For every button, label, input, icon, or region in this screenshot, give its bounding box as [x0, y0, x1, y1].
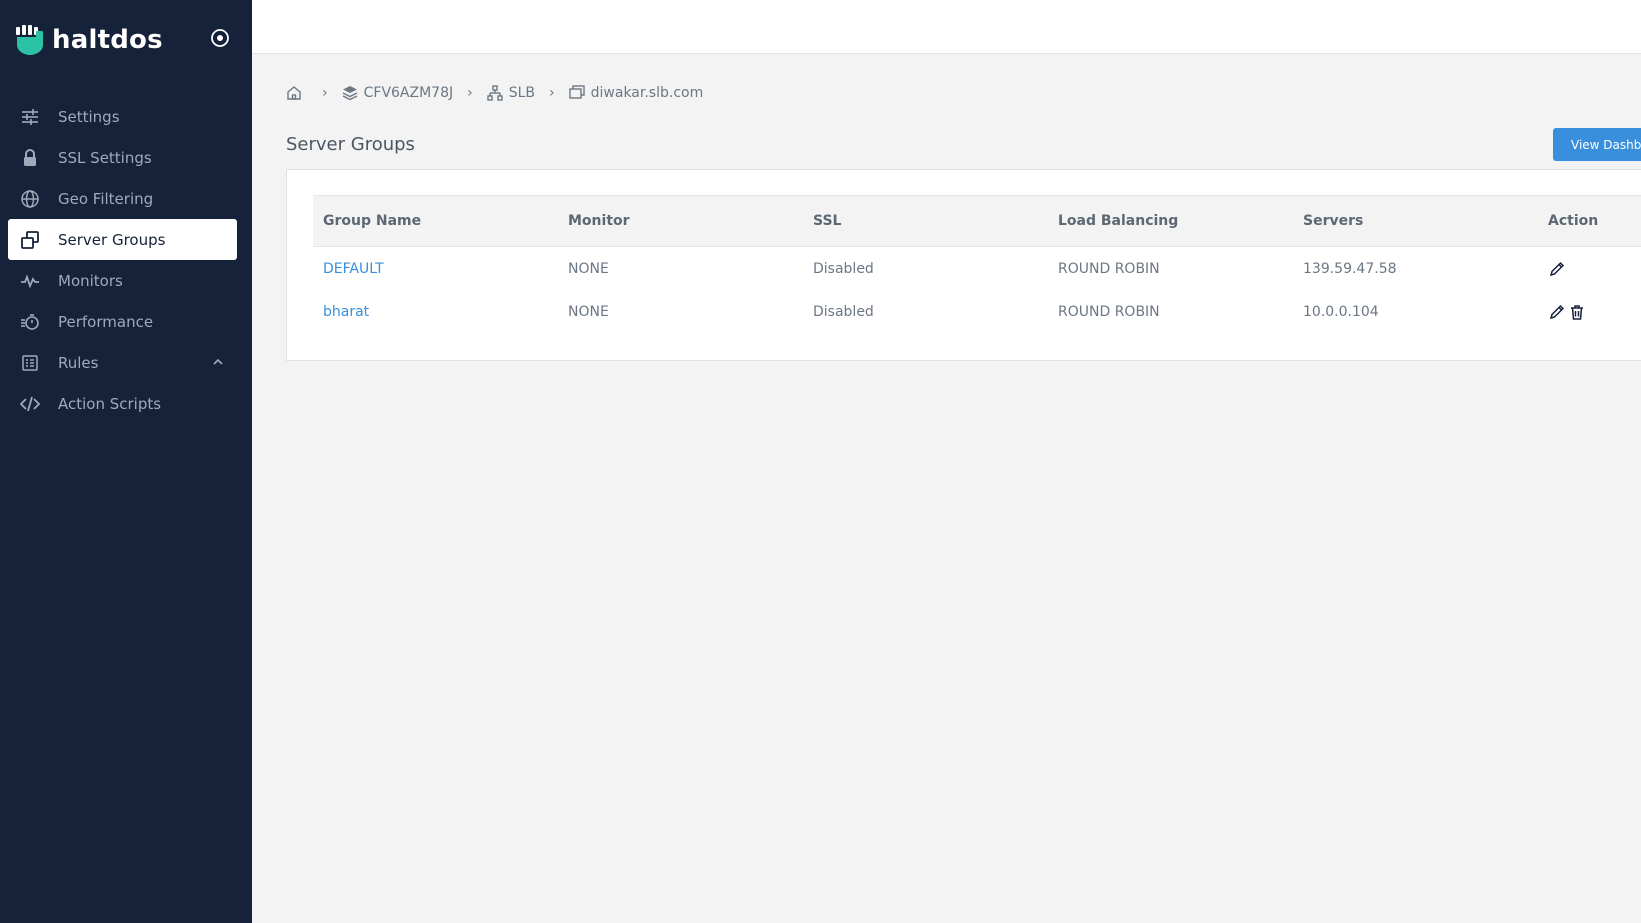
sitemap-icon [487, 85, 503, 101]
windows-icon [568, 85, 585, 99]
breadcrumb-item-device[interactable]: CFV6AZM78J [342, 85, 454, 101]
breadcrumb-item-domain[interactable]: diwakar.slb.com [568, 85, 704, 101]
layers-icon [342, 86, 357, 101]
page-title: Server Groups [286, 134, 415, 155]
pulse-icon [20, 271, 40, 291]
breadcrumb-label: CFV6AZM78J [363, 85, 454, 101]
sidebar-item-label: Settings [58, 107, 120, 126]
sidebar-item-performance[interactable]: Performance [8, 301, 237, 342]
server-groups-table: Group Name Monitor SSL Load Balancing Se… [313, 195, 1641, 333]
windows-stack-icon [20, 230, 40, 250]
sidebar-item-label: Action Scripts [58, 394, 162, 413]
list-icon [20, 353, 40, 373]
sidebar-item-label: Server Groups [58, 230, 166, 249]
code-icon [20, 394, 40, 414]
sidebar-item-label: Rules [58, 353, 99, 372]
sidebar-item-ssl-settings[interactable]: SSL Settings [8, 137, 237, 178]
group-name-link[interactable]: DEFAULT [313, 261, 558, 277]
breadcrumb-label: SLB [508, 85, 536, 101]
brand-name: haltdos [52, 25, 163, 55]
sidebar-item-label: Monitors [58, 271, 123, 290]
edit-icon[interactable] [1548, 260, 1566, 278]
sidebar-item-label: Geo Filtering [58, 189, 154, 208]
brand[interactable]: haltdos [16, 22, 163, 58]
servers-cell: 10.0.0.104 [1303, 303, 1379, 320]
sidebar-item-monitors[interactable]: Monitors [8, 260, 237, 301]
table-row: bharat NONE Disabled ROUND ROBIN 10.0.0.… [313, 290, 1641, 333]
sidebar-item-server-groups[interactable]: Server Groups [8, 219, 237, 260]
breadcrumb-home[interactable] [286, 85, 308, 101]
home-icon [287, 86, 301, 100]
ssl-cell: Disabled [813, 303, 874, 320]
servers-cell: 139.59.47.58 [1303, 260, 1397, 277]
ssl-cell: Disabled [813, 260, 874, 277]
column-header: Servers [1303, 213, 1364, 229]
table-row: DEFAULT NONE Disabled ROUND ROBIN 139.59… [313, 247, 1641, 290]
trash-icon[interactable] [1568, 303, 1586, 321]
globe-icon [20, 189, 40, 209]
sidebar-item-settings[interactable]: Settings [8, 96, 237, 137]
sidebar-toggle-button[interactable] [209, 27, 231, 49]
group-name-link[interactable]: bharat [313, 304, 558, 320]
view-dashboard-button[interactable]: View Dashbo [1553, 128, 1641, 161]
sidebar-item-rules[interactable]: Rules [8, 342, 237, 383]
breadcrumb-separator: › [549, 85, 555, 101]
sidebar-item-action-scripts[interactable]: Action Scripts [8, 383, 237, 424]
load-balancing-cell: ROUND ROBIN [1058, 260, 1160, 277]
sidebar-item-label: Performance [58, 312, 154, 331]
breadcrumb-separator: › [467, 85, 473, 101]
chevron-up-icon[interactable] [211, 355, 225, 369]
server-groups-card: Group Name Monitor SSL Load Balancing Se… [286, 169, 1641, 361]
sidebar-item-geo-filtering[interactable]: Geo Filtering [8, 178, 237, 219]
action-cell [1538, 260, 1641, 278]
breadcrumb: › CFV6AZM78J › SLB › diwakar.slb.com [286, 82, 703, 104]
action-cell [1538, 303, 1641, 321]
sidebar: haltdos Settings SSL Settings Geo Filter… [0, 0, 252, 923]
breadcrumb-label: diwakar.slb.com [590, 85, 704, 101]
breadcrumb-separator: › [322, 85, 328, 101]
target-icon [211, 29, 229, 47]
column-header: SSL [813, 213, 842, 229]
sliders-icon [20, 107, 40, 127]
sidebar-nav: Settings SSL Settings Geo Filtering Serv… [8, 96, 237, 424]
monitor-cell: NONE [568, 303, 609, 320]
top-bar [252, 0, 1641, 54]
monitor-cell: NONE [568, 260, 609, 277]
stopwatch-icon [20, 312, 40, 332]
lock-icon [20, 148, 40, 168]
haltdos-logo-icon [16, 25, 43, 55]
breadcrumb-item-slb[interactable]: SLB [487, 85, 535, 101]
edit-icon[interactable] [1548, 303, 1566, 321]
table-header: Group Name Monitor SSL Load Balancing Se… [313, 195, 1641, 247]
column-header: Group Name [323, 213, 422, 229]
column-header: Load Balancing [1058, 213, 1179, 229]
column-header: Action [1548, 213, 1599, 229]
column-header: Monitor [568, 213, 630, 229]
sidebar-item-label: SSL Settings [58, 148, 152, 167]
load-balancing-cell: ROUND ROBIN [1058, 303, 1160, 320]
